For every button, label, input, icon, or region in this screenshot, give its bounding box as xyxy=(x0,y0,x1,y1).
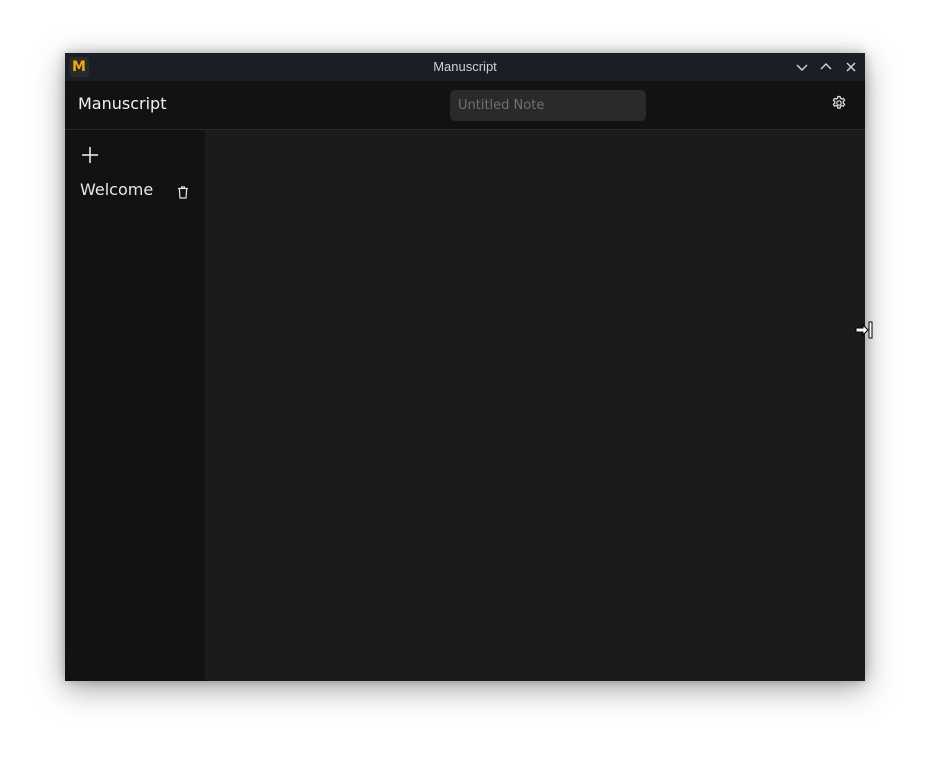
trash-icon xyxy=(178,186,188,199)
add-note-button[interactable] xyxy=(81,146,99,164)
settings-button[interactable] xyxy=(831,95,847,111)
app-window: M Manuscript Manuscript Untitled Note We… xyxy=(65,53,865,681)
window-title: Manuscript xyxy=(433,59,497,74)
close-button[interactable] xyxy=(843,59,859,75)
window-titlebar[interactable]: M Manuscript xyxy=(65,53,865,81)
minimize-button[interactable] xyxy=(794,59,810,75)
note-item-label[interactable]: Welcome xyxy=(80,180,153,200)
app-header: Manuscript xyxy=(65,81,865,130)
notes-sidebar: Welcome xyxy=(65,130,205,681)
mouse-pointer xyxy=(854,321,874,339)
note-editor[interactable] xyxy=(205,130,865,681)
resize-cursor-icon xyxy=(855,321,873,339)
delete-note-button[interactable] xyxy=(177,184,189,199)
close-icon xyxy=(846,62,856,72)
maximize-button[interactable] xyxy=(818,59,834,75)
app-brand: Manuscript xyxy=(78,94,167,113)
note-list-item[interactable]: Welcome xyxy=(65,178,205,202)
chevron-up-icon xyxy=(820,63,832,70)
chevron-down-icon xyxy=(796,64,808,71)
plus-icon xyxy=(82,147,98,163)
note-title-input[interactable] xyxy=(450,90,646,121)
gear-icon xyxy=(832,95,846,109)
